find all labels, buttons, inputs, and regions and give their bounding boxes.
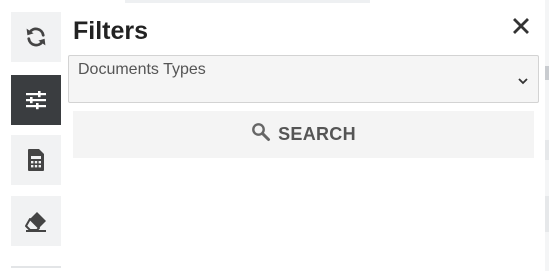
document-types-placeholder: Documents Types	[78, 61, 206, 78]
calculator-button[interactable]	[11, 135, 61, 185]
background-edge-marker	[545, 140, 549, 160]
clear-button[interactable]	[11, 196, 61, 246]
background-edge-marker	[545, 196, 549, 232]
panel-title: Filters	[73, 17, 149, 45]
eraser-icon	[23, 209, 49, 233]
close-button[interactable]	[511, 17, 531, 39]
search-button[interactable]: SEARCH	[73, 111, 534, 158]
refresh-icon	[24, 25, 48, 49]
close-icon	[513, 17, 529, 39]
calculator-icon	[26, 148, 46, 172]
filters-panel: Filters Documents Types SEARCH	[66, 0, 545, 271]
background-edge-marker	[545, 66, 549, 80]
search-icon	[251, 122, 271, 147]
filters-button[interactable]	[11, 75, 61, 125]
tool-rail	[0, 0, 66, 271]
search-button-label: SEARCH	[278, 124, 356, 144]
document-types-select[interactable]: Documents Types	[68, 55, 539, 103]
rail-divider	[11, 266, 61, 268]
chevron-down-icon	[517, 74, 529, 86]
sliders-icon	[24, 88, 48, 112]
refresh-button[interactable]	[11, 12, 61, 62]
